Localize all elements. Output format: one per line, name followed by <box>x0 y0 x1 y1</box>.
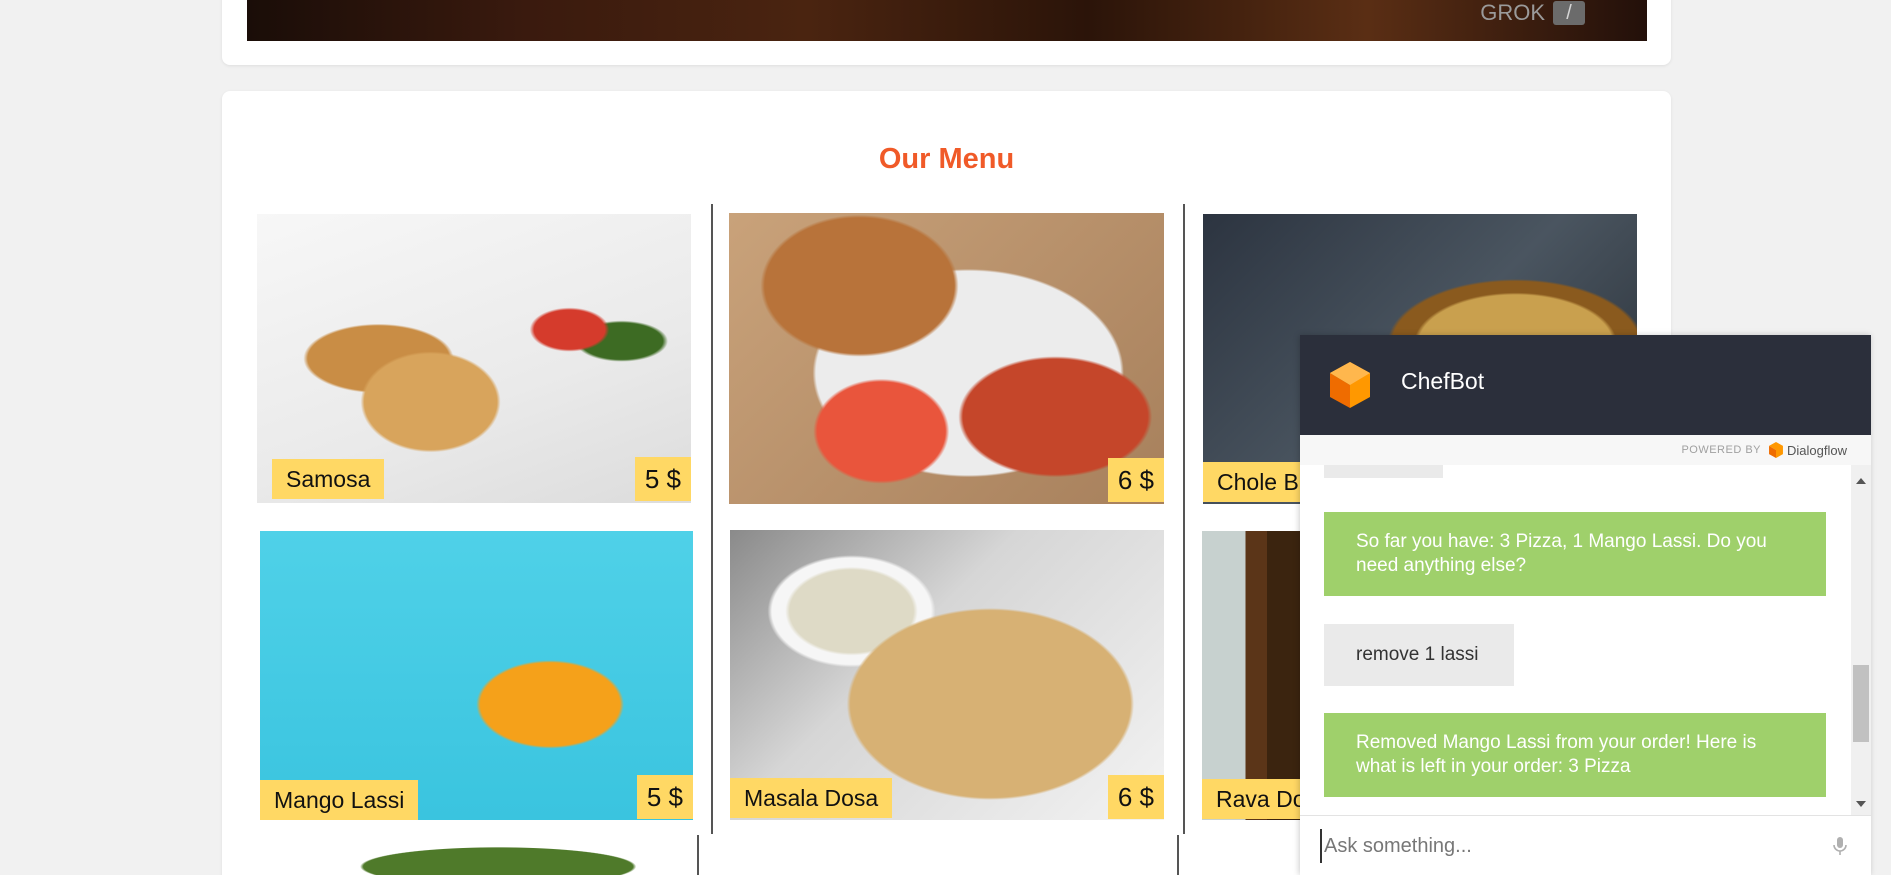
menu-item-mango-lassi[interactable]: Mango Lassi 5 $ <box>260 531 693 820</box>
dialogflow-badge: Dialogflow <box>1769 442 1847 458</box>
pav-bhaji-photo <box>729 213 1164 504</box>
column-divider <box>1183 204 1185 834</box>
hero-brand-watermark: GROK / <box>1480 0 1585 26</box>
chat-messages: So far you have: 3 Pizza, 1 Mango Lassi.… <box>1300 465 1851 815</box>
menu-item-photo <box>260 833 693 875</box>
menu-item-price: 6 $ <box>1107 458 1164 502</box>
chat-message-bot: Removed Mango Lassi from your order! Her… <box>1324 713 1826 797</box>
scroll-down-arrow-icon[interactable] <box>1856 801 1866 807</box>
chatbot-header: ChefBot <box>1300 335 1871 435</box>
menu-item-samosa[interactable]: Samosa 5 $ <box>257 214 691 503</box>
chat-input[interactable] <box>1320 829 1800 863</box>
menu-item-price: 5 $ <box>636 775 693 819</box>
chat-scrollbar[interactable] <box>1851 465 1871 815</box>
hero-banner-image: GROK / <box>247 0 1647 41</box>
menu-item-name: Chole B <box>1203 462 1313 502</box>
menu-item-name: Mango Lassi <box>260 780 419 820</box>
mango-lassi-photo <box>260 531 693 820</box>
dialogflow-small-icon <box>1769 442 1783 458</box>
menu-item-price: 5 $ <box>634 457 691 501</box>
column-divider <box>697 835 699 875</box>
menu-item-name: Masala Dosa <box>730 778 893 818</box>
menu-item-price: 6 $ <box>1107 775 1164 819</box>
dialogflow-brand-text: Dialogflow <box>1787 442 1847 458</box>
column-divider <box>1177 835 1179 875</box>
microphone-icon[interactable] <box>1828 834 1852 858</box>
menu-item-next[interactable] <box>260 833 693 875</box>
scrollbar-thumb[interactable] <box>1853 665 1869 742</box>
scroll-up-arrow-icon[interactable] <box>1856 478 1866 484</box>
masala-dosa-photo <box>730 530 1164 820</box>
chat-message-bot: So far you have: 3 Pizza, 1 Mango Lassi.… <box>1324 512 1826 596</box>
dialogflow-logo-icon <box>1330 362 1370 408</box>
hero-brand-mark: / <box>1553 1 1585 25</box>
chatbot-widget: ChefBot POWERED BY Dialogflow So far you… <box>1300 335 1871 875</box>
menu-item-pav-bhaji[interactable]: 6 $ <box>729 213 1164 504</box>
menu-item-masala-dosa[interactable]: Masala Dosa 6 $ <box>730 530 1164 820</box>
chatbot-title: ChefBot <box>1401 368 1485 394</box>
powered-by-bar: POWERED BY Dialogflow <box>1300 435 1871 465</box>
chat-message-user <box>1324 465 1443 478</box>
menu-item-name: Samosa <box>272 459 385 499</box>
column-divider <box>711 204 713 834</box>
menu-title: Our Menu <box>878 143 1015 175</box>
powered-by-label: POWERED BY <box>1681 444 1762 456</box>
hero-brand-text: GROK <box>1480 0 1545 25</box>
chat-message-user: remove 1 lassi <box>1324 624 1514 686</box>
chat-input-bar <box>1300 815 1871 875</box>
